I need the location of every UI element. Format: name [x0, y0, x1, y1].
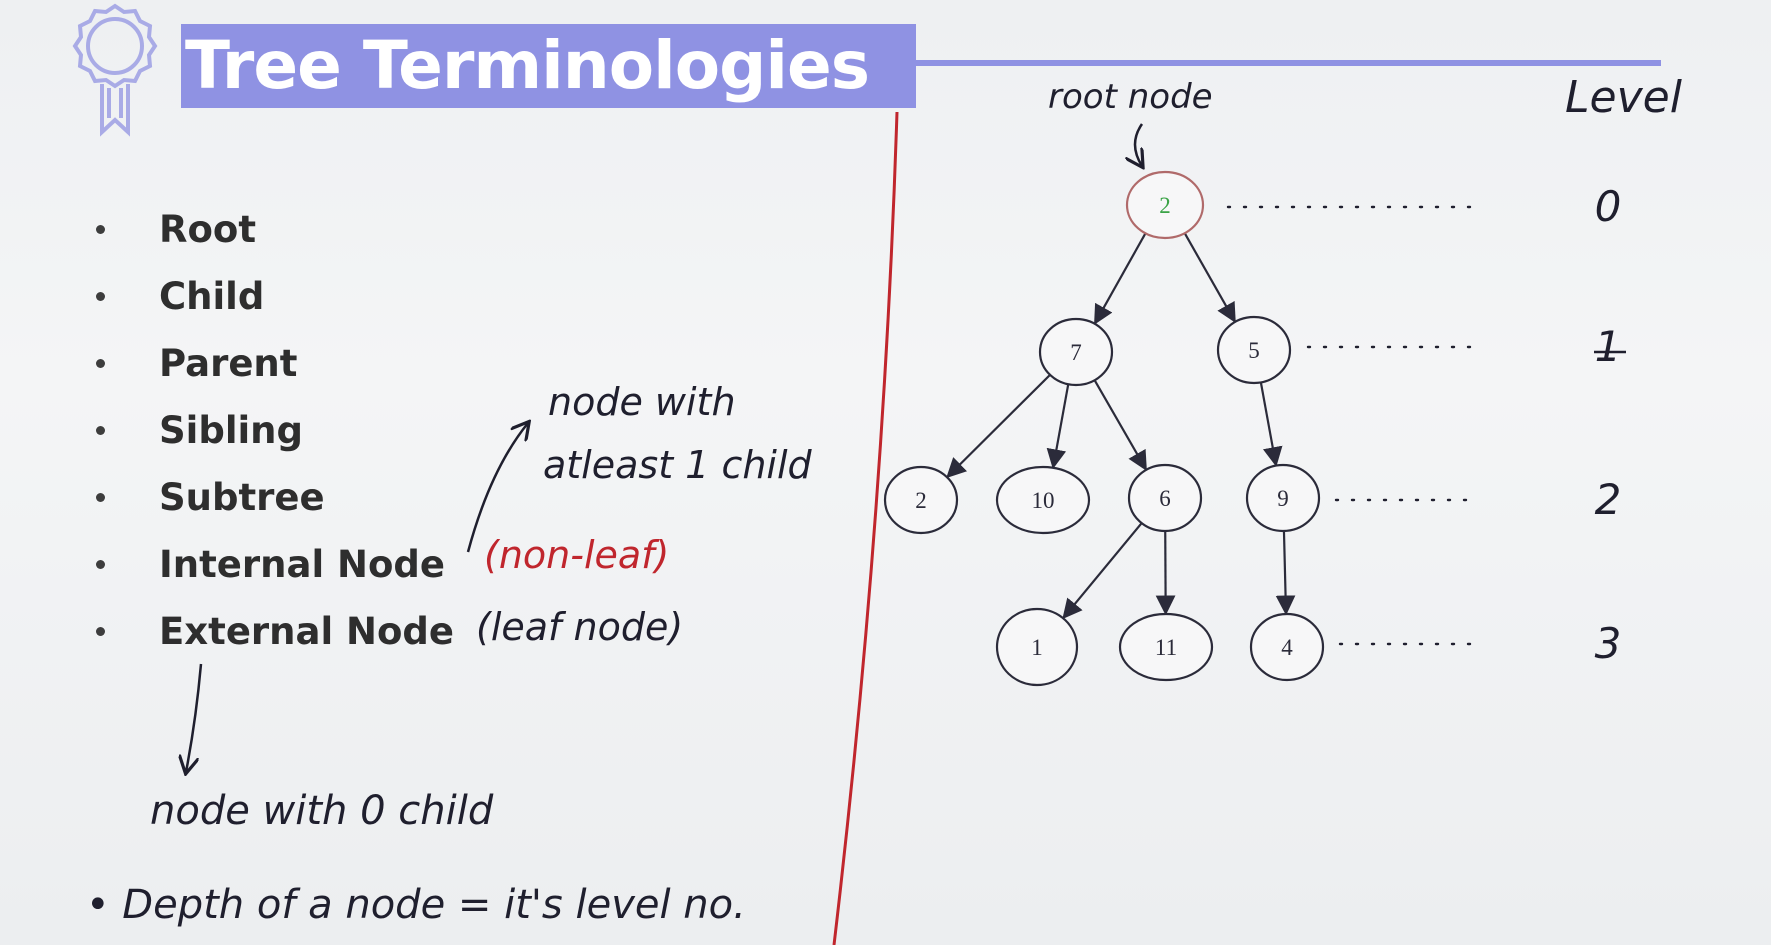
tree-node-label: 1	[1031, 635, 1043, 660]
level-header: Level	[1565, 72, 1683, 123]
level-number-3: 3	[1595, 619, 1622, 668]
tree-node-n0: 2	[1125, 170, 1205, 240]
tree-edge-n6-n9	[1275, 529, 1296, 616]
tree-node-label: 5	[1248, 338, 1260, 363]
tree-edge-n0-n2	[1182, 231, 1236, 324]
level-number-2: 2	[1595, 475, 1622, 524]
internal-note-line1: node with	[548, 380, 736, 424]
red-divider-line	[832, 111, 899, 945]
tree-node-label: 6	[1159, 486, 1171, 511]
non-leaf-label: (non-leaf)	[484, 533, 669, 577]
tree-node-n1: 7	[1038, 317, 1114, 387]
tree-edge-n1-n4	[1046, 382, 1070, 470]
tree-edge-n0-n1	[1094, 231, 1148, 325]
tree-node-label: 2	[1159, 193, 1171, 218]
internal-note-line2: atleast 1 child	[543, 443, 813, 487]
level-dotted-guides	[1226, 205, 1482, 646]
level-number-0: 0	[1595, 182, 1622, 231]
external-node-arrow	[186, 663, 203, 772]
level-numbers: 0 1 2 3	[1594, 182, 1626, 668]
tree-node-label: 7	[1070, 340, 1082, 365]
tree-node-label: 9	[1277, 486, 1289, 511]
tree-node-n7: 1	[995, 607, 1079, 687]
depth-note: • Depth of a node = it's level no.	[86, 882, 746, 928]
tree-node-label: 4	[1281, 635, 1293, 660]
tree-node-n6: 9	[1245, 463, 1321, 533]
tree-edge-n2-n6	[1259, 380, 1283, 467]
tree-node-n9: 4	[1249, 612, 1325, 682]
tree-edge-n1-n5	[1092, 378, 1147, 471]
tree-edge-n5-n7	[1062, 521, 1144, 620]
tree-node-n4: 10	[995, 465, 1091, 535]
tree-node-n2: 5	[1216, 315, 1292, 385]
tree-edge-n1-n3	[946, 372, 1053, 479]
tree-node-n8: 11	[1118, 612, 1214, 682]
tree-node-label: 2	[915, 488, 927, 513]
tree-node-n5: 6	[1127, 463, 1203, 533]
zero-child-note: node with 0 child	[150, 788, 494, 834]
root-node-label: root node	[1048, 77, 1213, 117]
tree-node-n3: 2	[883, 465, 959, 535]
leaf-node-label: (leaf node)	[476, 605, 683, 649]
root-pointer-arrow	[1135, 123, 1142, 166]
tree-node-label: 11	[1155, 635, 1177, 660]
tree-node-label: 10	[1032, 488, 1055, 513]
tree-nodes: 27 52 10 6 91 11 4	[883, 170, 1325, 687]
level-number-1: 1	[1595, 322, 1622, 371]
tree-edges	[946, 231, 1296, 620]
whiteboard-canvas: root node Level node with atleast 1 chil…	[86, 72, 1683, 945]
